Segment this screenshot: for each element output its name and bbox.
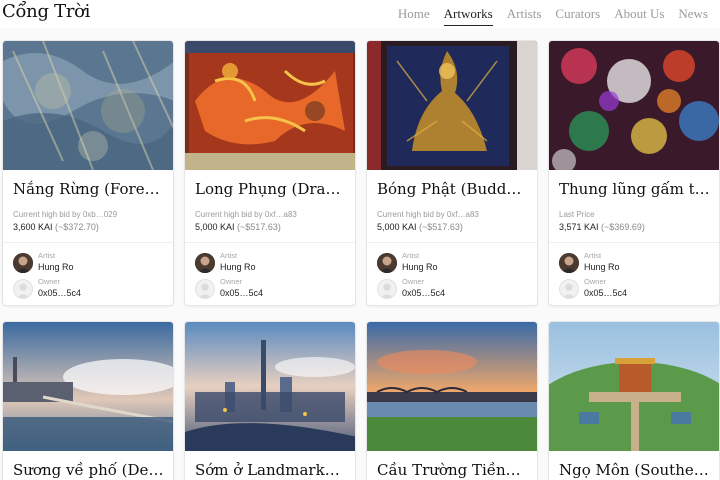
artist-avatar[interactable] bbox=[559, 253, 579, 273]
owner-label: Owner bbox=[402, 277, 425, 286]
bid-price: 3,600 KAI (~$372.70) bbox=[13, 222, 99, 232]
price-usd: (~$372.70) bbox=[55, 222, 99, 232]
artist-label: Artist bbox=[220, 251, 238, 260]
price-usd: (~$517.63) bbox=[237, 222, 281, 232]
price-usd: (~$369.69) bbox=[601, 222, 645, 232]
price-kai: 5,000 KAI bbox=[377, 222, 417, 232]
nav-home[interactable]: Home bbox=[398, 6, 430, 26]
price-usd: (~$517.63) bbox=[419, 222, 463, 232]
owner-address[interactable]: 0x05…5c4 bbox=[220, 288, 263, 298]
artwork-image[interactable] bbox=[185, 322, 355, 451]
artwork-title[interactable]: Nắng Rừng (Forest… bbox=[13, 180, 165, 198]
artwork-card[interactable]: Sương về phố (Dew… bbox=[2, 321, 174, 480]
divider bbox=[549, 242, 719, 243]
artwork-card[interactable]: Ngọ Môn (Southern… bbox=[548, 321, 720, 480]
divider bbox=[367, 242, 537, 243]
owner-label: Owner bbox=[584, 277, 607, 286]
artist-name[interactable]: Hung Ro bbox=[584, 262, 620, 272]
bid-label: Last Price bbox=[559, 210, 595, 219]
artist-avatar[interactable] bbox=[377, 253, 397, 273]
site-logo[interactable]: Cổng Trời bbox=[2, 1, 90, 22]
artwork-card[interactable]: Thung lũng gấm trờ… Last Price 3,571 KAI… bbox=[548, 40, 720, 306]
owner-avatar-icon[interactable] bbox=[195, 279, 215, 299]
main-nav: Home Artworks Artists Curators About Us … bbox=[398, 6, 708, 26]
artist-name[interactable]: Hung Ro bbox=[402, 262, 438, 272]
artwork-card[interactable]: Bóng Phật (Buddha'… Current high bid by … bbox=[366, 40, 538, 306]
owner-address[interactable]: 0x05…5c4 bbox=[38, 288, 81, 298]
owner-address[interactable]: 0x05…5c4 bbox=[584, 288, 627, 298]
divider bbox=[185, 242, 355, 243]
artwork-card[interactable]: Nắng Rừng (Forest… Current high bid by 0… bbox=[2, 40, 174, 306]
artist-avatar[interactable] bbox=[195, 253, 215, 273]
owner-avatar-icon[interactable] bbox=[377, 279, 397, 299]
artwork-image[interactable] bbox=[3, 41, 173, 170]
artist-avatar[interactable] bbox=[13, 253, 33, 273]
nav-artists[interactable]: Artists bbox=[507, 6, 542, 26]
bid-label: Current high bid by 0xb…029 bbox=[13, 210, 118, 219]
artist-name[interactable]: Hung Ro bbox=[38, 262, 74, 272]
artist-label: Artist bbox=[402, 251, 420, 260]
owner-label: Owner bbox=[38, 277, 61, 286]
bid-price: 5,000 KAI (~$517.63) bbox=[377, 222, 463, 232]
artwork-title[interactable]: Sương về phố (Dew… bbox=[13, 461, 165, 479]
artwork-image[interactable] bbox=[185, 41, 355, 170]
artwork-image[interactable] bbox=[367, 322, 537, 451]
artwork-image[interactable] bbox=[549, 322, 719, 451]
owner-avatar-icon[interactable] bbox=[13, 279, 33, 299]
artwork-title[interactable]: Sớm ở Landmark… bbox=[195, 461, 347, 479]
artwork-card[interactable]: Sớm ở Landmark… bbox=[184, 321, 356, 480]
artwork-image[interactable] bbox=[549, 41, 719, 170]
nav-artworks[interactable]: Artworks bbox=[443, 6, 493, 26]
artwork-title[interactable]: Long Phụng (Drago… bbox=[195, 180, 347, 198]
bid-label: Current high bid by 0xf…a83 bbox=[195, 210, 297, 219]
artwork-image[interactable] bbox=[3, 322, 173, 451]
artwork-image[interactable] bbox=[367, 41, 537, 170]
artist-label: Artist bbox=[38, 251, 56, 260]
owner-label: Owner bbox=[220, 277, 243, 286]
nav-curators[interactable]: Curators bbox=[555, 6, 600, 26]
artwork-title[interactable]: Ngọ Môn (Southern… bbox=[559, 461, 711, 479]
owner-avatar-icon[interactable] bbox=[559, 279, 579, 299]
price-kai: 5,000 KAI bbox=[195, 222, 235, 232]
bid-label: Current high bid by 0xf…a83 bbox=[377, 210, 479, 219]
nav-news[interactable]: News bbox=[678, 6, 708, 26]
price-kai: 3,600 KAI bbox=[13, 222, 53, 232]
bid-price: 3,571 KAI (~$369.69) bbox=[559, 222, 645, 232]
artist-label: Artist bbox=[584, 251, 602, 260]
artist-name[interactable]: Hung Ro bbox=[220, 262, 256, 272]
bid-price: 5,000 KAI (~$517.63) bbox=[195, 222, 281, 232]
artwork-title[interactable]: Cầu Trường Tiền… bbox=[377, 461, 529, 479]
artwork-card[interactable]: Long Phụng (Drago… Current high bid by 0… bbox=[184, 40, 356, 306]
divider bbox=[3, 242, 173, 243]
top-header: Cổng Trời Home Artworks Artists Curators… bbox=[0, 0, 720, 28]
nav-about-us[interactable]: About Us bbox=[614, 6, 664, 26]
artwork-title[interactable]: Bóng Phật (Buddha'… bbox=[377, 180, 529, 198]
artwork-title[interactable]: Thung lũng gấm trờ… bbox=[559, 180, 711, 198]
owner-address[interactable]: 0x05…5c4 bbox=[402, 288, 445, 298]
artwork-card[interactable]: Cầu Trường Tiền… bbox=[366, 321, 538, 480]
price-kai: 3,571 KAI bbox=[559, 222, 599, 232]
